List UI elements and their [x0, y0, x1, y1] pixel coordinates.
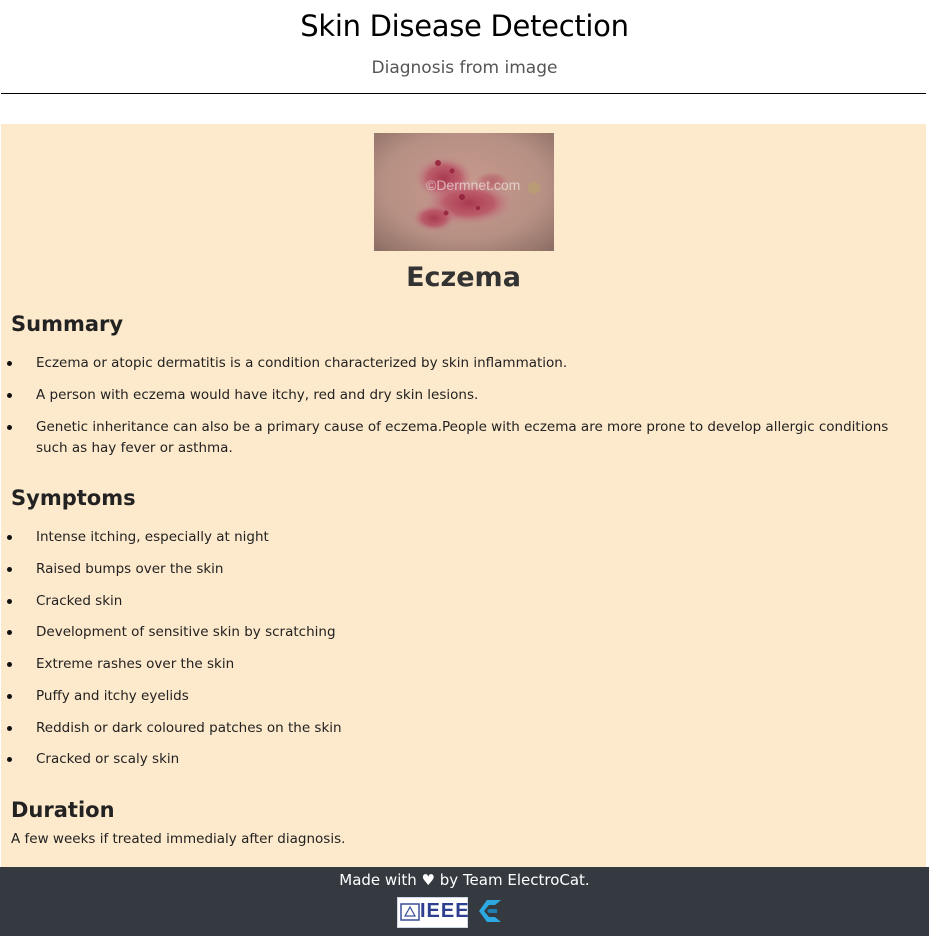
list-item: Eczema or atopic dermatitis is a conditi… — [7, 353, 916, 374]
ieee-logo-text: IEEE — [420, 900, 470, 922]
page-title: Skin Disease Detection — [300, 9, 629, 43]
list-item: Cracked skin — [7, 591, 916, 612]
page-subtitle: Diagnosis from image — [371, 58, 558, 78]
list-item: Cracked or scaly skin — [7, 749, 916, 770]
page-header: Skin Disease Detection Diagnosis from im… — [0, 0, 929, 124]
uploaded-skin-image: ©Dermnet.com — [374, 133, 554, 251]
page-footer: Made with ♥ by Team ElectroCat. IEEE — [0, 867, 929, 936]
list-item: A person with eczema would have itchy, r… — [7, 385, 916, 406]
image-watermark: ©Dermnet.com — [426, 177, 521, 193]
list-item: Development of sensitive skin by scratch… — [7, 622, 916, 643]
duration-heading: Duration — [11, 798, 115, 822]
footer-made-with: Made with — [339, 871, 417, 889]
header-divider — [1, 93, 926, 94]
symptoms-heading: Symptoms — [11, 486, 136, 510]
footer-logos: IEEE — [397, 897, 517, 929]
duration-text: A few weeks if treated immedialy after d… — [11, 831, 346, 847]
ieee-logo[interactable]: IEEE — [397, 897, 470, 928]
list-item: Puffy and itchy eyelids — [7, 686, 916, 707]
disease-name: Eczema — [406, 262, 521, 293]
result-panel: ©Dermnet.com Eczema Summary Eczema or at… — [1, 124, 926, 867]
list-item: Raised bumps over the skin — [7, 559, 916, 580]
ieee-emblem-icon — [400, 903, 420, 921]
list-item: Intense itching, especially at night — [7, 527, 916, 548]
summary-heading: Summary — [11, 312, 124, 336]
footer-team: by Team ElectroCat. — [439, 871, 590, 889]
list-item: Extreme rashes over the skin — [7, 654, 916, 675]
list-item: Reddish or dark coloured patches on the … — [7, 718, 916, 739]
list-item: Genetic inheritance can also be a primar… — [7, 417, 916, 459]
electrocat-logo-icon[interactable] — [475, 895, 507, 927]
footer-credit: Made with ♥ by Team ElectroCat. — [0, 870, 929, 890]
heart-icon: ♥ — [421, 871, 435, 889]
